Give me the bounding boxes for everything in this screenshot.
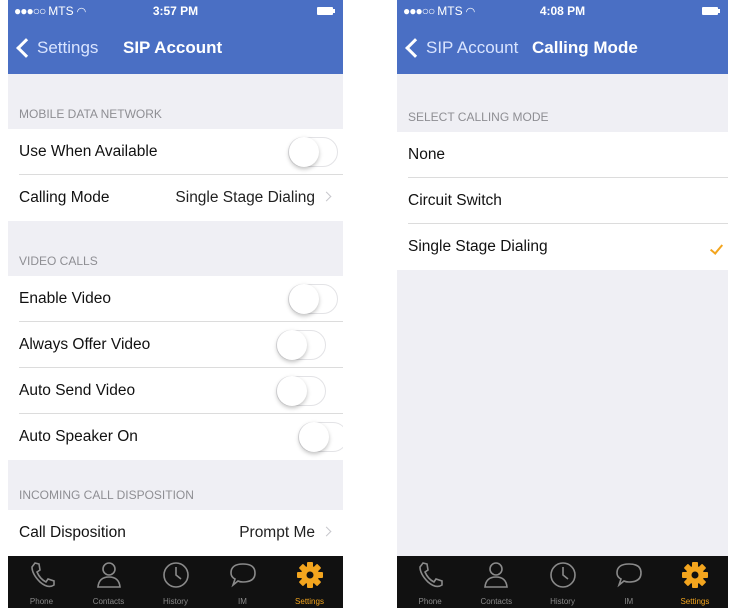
battery-icon <box>702 7 720 15</box>
calling-mode-screen: ●●●○○ MTS ◠ 4:08 PM SIP Account Calling Mo… <box>397 0 728 608</box>
back-label: SIP Account <box>426 38 519 57</box>
section-header-mobile-data: MOBILE DATA NETWORK <box>19 107 162 121</box>
clock-icon <box>549 562 576 588</box>
tab-label: IM <box>624 597 634 606</box>
tab-label: Settings <box>680 597 710 606</box>
option-label: None <box>408 146 446 163</box>
option-label: Circuit Switch <box>408 192 502 209</box>
section-header-select-calling-mode: SELECT CALLING MODE <box>408 110 549 124</box>
tab-phone[interactable]: Phone <box>397 556 463 608</box>
tab-history[interactable]: History <box>529 556 595 608</box>
settings-list: MOBILE DATA NETWORK Use When Available C… <box>8 74 343 556</box>
chevron-right-icon <box>321 191 332 202</box>
nav-bar: SIP Account Calling Mode <box>397 22 728 74</box>
switch-knob <box>299 422 329 452</box>
contacts-icon <box>96 562 121 588</box>
tab-contacts[interactable]: Contacts <box>75 556 142 608</box>
tab-phone[interactable]: Phone <box>8 556 75 608</box>
status-bar: ●●●○○ MTS ◠ 3:57 PM <box>8 0 343 22</box>
gear-icon <box>296 562 323 588</box>
chevron-left-icon <box>16 38 36 58</box>
status-time: 4:08 PM <box>539 4 586 18</box>
always-offer-video-row: Always Offer Video <box>8 322 343 368</box>
chat-bubble-icon <box>229 563 256 588</box>
always-offer-video-switch[interactable] <box>276 330 326 360</box>
back-button[interactable]: SIP Account <box>403 22 518 74</box>
back-button[interactable]: Settings <box>14 22 98 74</box>
row-label: Enable Video <box>19 290 111 307</box>
tab-label: Contacts <box>480 597 513 606</box>
option-none[interactable]: None <box>397 132 728 178</box>
phone-icon <box>419 562 443 588</box>
gear-icon <box>681 562 708 588</box>
tab-im[interactable]: IM <box>596 556 662 608</box>
sip-account-screen: ●●●○○ MTS ◠ 3:57 PM Settings SIP Account M… <box>8 0 343 608</box>
call-disposition-value: Prompt Me <box>239 524 315 541</box>
phone-icon <box>30 562 55 588</box>
section-header-incoming-call: INCOMING CALL DISPOSITION <box>19 488 194 502</box>
auto-speaker-on-row: Auto Speaker On <box>8 414 343 460</box>
tab-label: Settings <box>295 597 324 606</box>
tab-label: Phone <box>29 597 54 606</box>
clock-icon <box>162 562 189 588</box>
auto-send-video-row: Auto Send Video <box>8 368 343 414</box>
chevron-right-icon <box>321 526 332 537</box>
tab-im[interactable]: IM <box>209 556 276 608</box>
tab-label: History <box>163 597 188 606</box>
calling-mode-row[interactable]: Calling Mode Single Stage Dialing <box>8 175 343 221</box>
tab-bar: Phone Contacts History IM Settings <box>397 556 728 608</box>
chat-bubble-icon <box>615 563 642 588</box>
battery-icon <box>317 7 335 15</box>
row-label: Call Disposition <box>19 524 126 541</box>
row-label: Auto Speaker On <box>19 428 138 445</box>
switch-knob <box>289 137 319 167</box>
row-label: Use When Available <box>19 143 158 160</box>
nav-bar: Settings SIP Account <box>8 22 343 74</box>
tab-contacts[interactable]: Contacts <box>463 556 529 608</box>
row-label: Always Offer Video <box>19 336 151 353</box>
switch-knob <box>289 284 319 314</box>
tab-settings[interactable]: Settings <box>276 556 343 608</box>
tab-label: History <box>550 597 575 606</box>
switch-knob <box>277 330 307 360</box>
page-title: Calling Mode <box>532 38 638 57</box>
back-label: Settings <box>37 38 99 57</box>
option-circuit-switch[interactable]: Circuit Switch <box>397 178 728 224</box>
contacts-icon <box>484 562 509 588</box>
row-label: Calling Mode <box>19 189 110 206</box>
status-bar: ●●●○○ MTS ◠ 4:08 PM <box>397 0 728 22</box>
option-single-stage-dialing[interactable]: Single Stage Dialing <box>397 224 728 270</box>
calling-mode-list: SELECT CALLING MODE None Circuit Switch … <box>397 74 728 556</box>
use-when-available-row: Use When Available <box>8 129 343 175</box>
tab-label: Phone <box>418 597 442 606</box>
tab-label: IM <box>238 597 247 606</box>
tab-history[interactable]: History <box>142 556 209 608</box>
enable-video-row: Enable Video <box>8 276 343 322</box>
auto-speaker-on-switch[interactable] <box>298 422 343 452</box>
tab-label: Contacts <box>92 597 125 606</box>
chevron-left-icon <box>405 38 425 58</box>
calling-mode-value: Single Stage Dialing <box>175 189 315 206</box>
section-header-video-calls: VIDEO CALLS <box>19 254 98 268</box>
tab-bar: Phone Contacts History IM Settings <box>8 556 343 608</box>
auto-send-video-switch[interactable] <box>276 376 326 406</box>
enable-video-switch[interactable] <box>288 284 338 314</box>
row-label: Auto Send Video <box>19 382 136 399</box>
tab-settings[interactable]: Settings <box>662 556 728 608</box>
page-title: SIP Account <box>123 38 223 57</box>
checkmark-icon <box>709 241 724 255</box>
switch-knob <box>277 376 307 406</box>
use-when-available-switch[interactable] <box>288 137 338 167</box>
call-disposition-row[interactable]: Call Disposition Prompt Me <box>8 510 343 556</box>
status-time: 3:57 PM <box>152 4 199 18</box>
option-label: Single Stage Dialing <box>408 238 548 255</box>
